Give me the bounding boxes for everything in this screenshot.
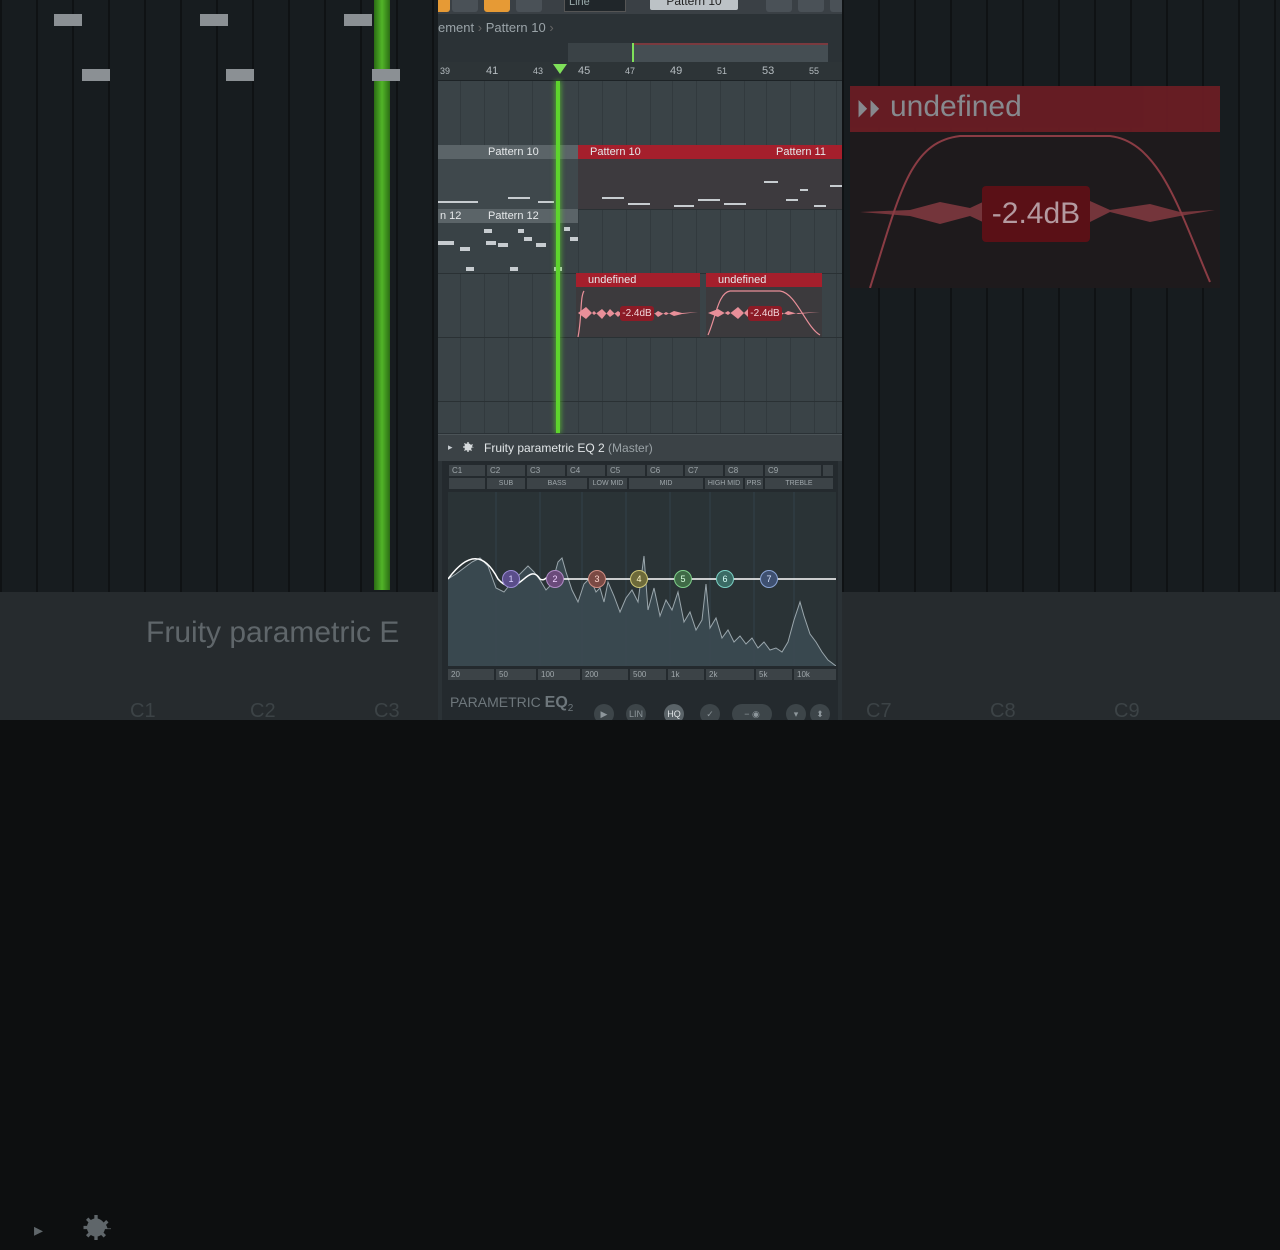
ghost-plugin-title: Fruity parametric E: [146, 616, 400, 649]
background-playhead: [374, 0, 390, 590]
playlist-overview[interactable]: [568, 43, 828, 65]
band-5-handle[interactable]: 5: [674, 570, 692, 588]
up-down-icon[interactable]: ⬍: [810, 704, 830, 720]
check-icon[interactable]: ✓: [700, 704, 720, 720]
clip-label: undefined: [706, 273, 822, 287]
draw-tool-button[interactable]: [452, 0, 478, 12]
pattern-clip[interactable]: n 12: [438, 209, 484, 273]
play-button[interactable]: ▶: [594, 704, 614, 720]
paint-tool-button[interactable]: [484, 0, 510, 12]
band-7-handle[interactable]: 7: [760, 570, 778, 588]
tool-button[interactable]: [438, 0, 450, 12]
band-3-handle[interactable]: 3: [588, 570, 606, 588]
breadcrumb: ement › Pattern 10 ›: [438, 20, 554, 35]
background-eq-notes: C7 C8 C9: [842, 592, 1280, 722]
clip-label: Pattern 12: [484, 209, 578, 223]
breadcrumb-current[interactable]: Pattern 10: [486, 20, 546, 35]
toolbar: Line Pattern 10: [438, 0, 842, 14]
snap-mode-select[interactable]: Line: [564, 0, 626, 12]
hq-button[interactable]: HQ: [664, 704, 684, 720]
clip-label: undefined: [576, 273, 700, 287]
zoom-control[interactable]: − ◉: [732, 704, 772, 720]
clip-label: Pattern 10: [578, 145, 764, 159]
clip-label: Pattern 11: [764, 145, 842, 159]
gear-icon[interactable]: [460, 440, 476, 456]
pattern-clip-selected[interactable]: Pattern 11: [764, 145, 842, 209]
snap-tool-button[interactable]: [516, 0, 542, 12]
zoomed-gain-badge: -2.4dB: [982, 186, 1090, 242]
eq-logo: PARAMETRIC EQ2: [450, 694, 574, 714]
piano-roll-button[interactable]: [830, 0, 842, 12]
gear-icon: [83, 1215, 111, 1240]
band-scale: SUB BASS LOW MID MID HIGH MID PRS TREBLE: [445, 478, 835, 489]
pattern-clip[interactable]: Pattern 12: [484, 209, 578, 273]
breadcrumb-parent[interactable]: ement: [438, 20, 474, 35]
channel-rack-button[interactable]: [798, 0, 824, 12]
band-2-handle[interactable]: 2: [546, 570, 564, 588]
frequency-scale: 20 50 100 200 500 1k 2k 5k 10k: [448, 669, 836, 680]
pattern-selector[interactable]: Pattern 10: [650, 0, 738, 10]
gain-badge: -2.4dB: [620, 306, 654, 321]
audio-clip[interactable]: undefined: [576, 273, 700, 337]
mixer-button[interactable]: [766, 0, 792, 12]
playhead-marker[interactable]: [553, 64, 567, 74]
gain-badge: -2.4dB: [748, 306, 782, 321]
band-1-handle[interactable]: 1: [502, 570, 520, 588]
chevron-down-icon[interactable]: ▾: [786, 704, 806, 720]
timeline-ruler[interactable]: 39 41 43 45 47 49 51 53 55: [438, 62, 842, 81]
clip-label: n 12: [438, 209, 484, 223]
plugin-title: Fruity parametric EQ 2 (Master): [484, 441, 653, 455]
daw-panel: Line Pattern 10 ement › Pattern 10 › 39 …: [438, 0, 842, 720]
pattern-clip-selected[interactable]: Pattern 10: [578, 145, 764, 209]
plugin-window-header[interactable]: ▸ Fruity parametric EQ 2 (Master): [438, 434, 842, 461]
playhead[interactable]: [556, 81, 560, 433]
collapse-arrow-icon[interactable]: ▸: [448, 442, 453, 453]
band-4-handle[interactable]: 4: [630, 570, 648, 588]
note-scale: C1 C2 C3 C4 C5 C6 C7 C8 C9: [445, 465, 835, 476]
band-6-handle[interactable]: 6: [716, 570, 734, 588]
audio-clip[interactable]: undefined: [706, 273, 822, 337]
background-plugin-header: ▸ Fruity parametric E C1 C2 C3: [0, 592, 438, 1240]
eq-graph[interactable]: 1 2 3 4 5 6 7: [448, 492, 836, 666]
lin-button[interactable]: LIN: [626, 704, 646, 720]
